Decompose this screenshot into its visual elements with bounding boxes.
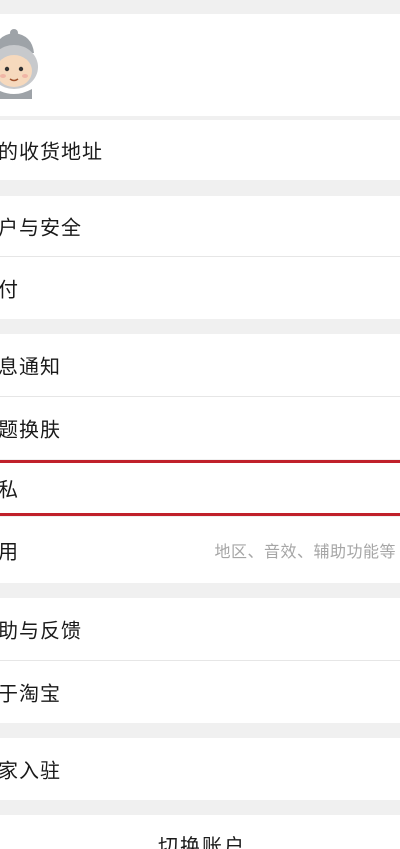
menu-item-about[interactable]: 于淘宝 (0, 661, 400, 723)
switch-account-button[interactable]: 切换账户 (0, 830, 400, 849)
menu-item-account-security-label: 户与安全 (0, 215, 82, 240)
menu-item-about-label: 于淘宝 (0, 681, 61, 706)
menu-item-general-subtext: 地区、音效、辅助功能等 (214, 542, 396, 561)
menu-item-merchant-label: 家入驻 (0, 758, 61, 783)
menu-item-merchant[interactable]: 家入驻 (0, 738, 400, 800)
settings-page: 的收货地址 户与安全 付 息通知 题换肤 私 用 地区、音效、辅助功能等 助与反… (0, 0, 400, 849)
menu-item-account-security[interactable]: 户与安全 (0, 196, 400, 256)
menu-item-notifications[interactable]: 息通知 (0, 334, 400, 396)
menu-item-theme[interactable]: 题换肤 (0, 397, 400, 459)
menu-item-pay[interactable]: 付 (0, 257, 400, 319)
menu-item-pay-label: 付 (0, 277, 19, 302)
menu-item-help[interactable]: 助与反馈 (0, 598, 400, 660)
menu-item-general[interactable]: 用 地区、音效、辅助功能等 (0, 517, 400, 583)
cartoon-avatar-icon (0, 29, 38, 99)
top-strip (0, 0, 400, 14)
menu-item-help-label: 助与反馈 (0, 618, 82, 643)
privacy-highlight-box (0, 460, 400, 516)
profile-row[interactable] (0, 14, 400, 116)
menu-item-address-label: 的收货地址 (0, 139, 103, 164)
menu-item-general-label: 用 (0, 539, 19, 564)
menu-item-address[interactable]: 的收货地址 (0, 120, 400, 180)
menu-item-notifications-label: 息通知 (0, 354, 61, 379)
menu-item-theme-label: 题换肤 (0, 417, 61, 442)
